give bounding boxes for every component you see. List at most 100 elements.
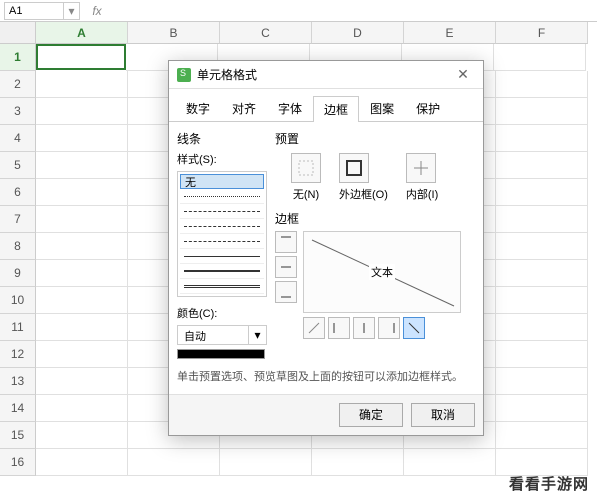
preset-button-0[interactable] bbox=[291, 153, 321, 183]
row-header-15[interactable]: 15 bbox=[0, 422, 36, 449]
preset-button-1[interactable] bbox=[339, 153, 369, 183]
cell-F15[interactable] bbox=[496, 422, 588, 449]
row-header-14[interactable]: 14 bbox=[0, 395, 36, 422]
cell-D16[interactable] bbox=[312, 449, 404, 476]
cell-A2[interactable] bbox=[36, 71, 128, 98]
preset-button-2[interactable] bbox=[406, 153, 436, 183]
row-header-12[interactable]: 12 bbox=[0, 341, 36, 368]
cell-F16[interactable] bbox=[496, 449, 588, 476]
dialog-tabs: 数字对齐字体边框图案保护 bbox=[169, 89, 483, 122]
cell-F6[interactable] bbox=[496, 179, 588, 206]
cell-F1[interactable] bbox=[494, 44, 586, 71]
cell-A10[interactable] bbox=[36, 287, 128, 314]
cell-C16[interactable] bbox=[220, 449, 312, 476]
cell-F8[interactable] bbox=[496, 233, 588, 260]
border-hmiddle-button[interactable] bbox=[275, 256, 297, 278]
line-style-3[interactable] bbox=[180, 219, 264, 234]
border-preview[interactable]: 文本 bbox=[303, 231, 461, 313]
row-header-8[interactable]: 8 bbox=[0, 233, 36, 260]
line-style-4[interactable] bbox=[180, 234, 264, 249]
column-header-D[interactable]: D bbox=[312, 22, 404, 44]
line-style-5[interactable] bbox=[180, 249, 264, 264]
cell-B16[interactable] bbox=[128, 449, 220, 476]
cell-F12[interactable] bbox=[496, 341, 588, 368]
name-box[interactable]: A1 bbox=[4, 2, 64, 20]
select-all-corner[interactable] bbox=[0, 22, 36, 44]
cell-F7[interactable] bbox=[496, 206, 588, 233]
tab-0[interactable]: 数字 bbox=[175, 95, 221, 121]
cell-F10[interactable] bbox=[496, 287, 588, 314]
cell-A15[interactable] bbox=[36, 422, 128, 449]
cell-A11[interactable] bbox=[36, 314, 128, 341]
cell-A4[interactable] bbox=[36, 125, 128, 152]
close-button[interactable]: ✕ bbox=[451, 63, 475, 87]
cell-F4[interactable] bbox=[496, 125, 588, 152]
cell-F9[interactable] bbox=[496, 260, 588, 287]
border-right-button[interactable] bbox=[378, 317, 400, 339]
line-style-6[interactable] bbox=[180, 264, 264, 279]
cell-E16[interactable] bbox=[404, 449, 496, 476]
line-style-list[interactable]: 无 bbox=[177, 171, 267, 297]
fx-button[interactable]: fx bbox=[86, 2, 108, 20]
column-header-B[interactable]: B bbox=[128, 22, 220, 44]
border-top-button[interactable] bbox=[275, 231, 297, 253]
cell-A16[interactable] bbox=[36, 449, 128, 476]
cell-A7[interactable] bbox=[36, 206, 128, 233]
cell-A13[interactable] bbox=[36, 368, 128, 395]
cell-format-dialog: 单元格格式 ✕ 数字对齐字体边框图案保护 线条 样式(S): 无 bbox=[168, 60, 484, 436]
cell-A9[interactable] bbox=[36, 260, 128, 287]
cell-F3[interactable] bbox=[496, 98, 588, 125]
tab-3[interactable]: 边框 bbox=[313, 96, 359, 122]
border-diag-up-button[interactable] bbox=[303, 317, 325, 339]
cell-F5[interactable] bbox=[496, 152, 588, 179]
cell-A1[interactable] bbox=[36, 44, 126, 70]
row-header-9[interactable]: 9 bbox=[0, 260, 36, 287]
cell-A14[interactable] bbox=[36, 395, 128, 422]
color-label: 颜色(C): bbox=[177, 305, 267, 321]
line-style-1[interactable] bbox=[180, 189, 264, 204]
row-header-3[interactable]: 3 bbox=[0, 98, 36, 125]
row-header-10[interactable]: 10 bbox=[0, 287, 36, 314]
border-bottom-button[interactable] bbox=[275, 281, 297, 303]
border-left-button[interactable] bbox=[328, 317, 350, 339]
preset-label-0: 无(N) bbox=[291, 186, 321, 202]
column-header-E[interactable]: E bbox=[404, 22, 496, 44]
row-header-4[interactable]: 4 bbox=[0, 125, 36, 152]
cell-A6[interactable] bbox=[36, 179, 128, 206]
row-header-13[interactable]: 13 bbox=[0, 368, 36, 395]
cancel-button[interactable]: 取消 bbox=[411, 403, 475, 427]
border-section-label: 边框 bbox=[275, 210, 475, 227]
preset-section-label: 预置 bbox=[275, 130, 475, 147]
cell-F14[interactable] bbox=[496, 395, 588, 422]
row-header-6[interactable]: 6 bbox=[0, 179, 36, 206]
row-header-1[interactable]: 1 bbox=[0, 44, 36, 71]
row-header-7[interactable]: 7 bbox=[0, 206, 36, 233]
tab-4[interactable]: 图案 bbox=[359, 95, 405, 121]
column-header-F[interactable]: F bbox=[496, 22, 588, 44]
cell-A3[interactable] bbox=[36, 98, 128, 125]
line-style-2[interactable] bbox=[180, 204, 264, 219]
cell-F13[interactable] bbox=[496, 368, 588, 395]
line-style-7[interactable] bbox=[180, 279, 264, 294]
row-header-11[interactable]: 11 bbox=[0, 314, 36, 341]
cell-A12[interactable] bbox=[36, 341, 128, 368]
tab-5[interactable]: 保护 bbox=[405, 95, 451, 121]
border-vmiddle-button[interactable] bbox=[353, 317, 375, 339]
border-diag-down-button[interactable] bbox=[403, 317, 425, 339]
row-header-5[interactable]: 5 bbox=[0, 152, 36, 179]
row-header-16[interactable]: 16 bbox=[0, 449, 36, 476]
tab-2[interactable]: 字体 bbox=[267, 95, 313, 121]
line-style-none[interactable]: 无 bbox=[180, 174, 264, 189]
name-box-dropdown[interactable]: ▾ bbox=[64, 2, 80, 20]
column-header-A[interactable]: A bbox=[36, 22, 128, 44]
dialog-titlebar[interactable]: 单元格格式 ✕ bbox=[169, 61, 483, 89]
cell-F11[interactable] bbox=[496, 314, 588, 341]
color-dropdown[interactable]: 自动 ▾ bbox=[177, 325, 267, 345]
cell-A8[interactable] bbox=[36, 233, 128, 260]
tab-1[interactable]: 对齐 bbox=[221, 95, 267, 121]
ok-button[interactable]: 确定 bbox=[339, 403, 403, 427]
cell-F2[interactable] bbox=[496, 71, 588, 98]
column-header-C[interactable]: C bbox=[220, 22, 312, 44]
cell-A5[interactable] bbox=[36, 152, 128, 179]
row-header-2[interactable]: 2 bbox=[0, 71, 36, 98]
